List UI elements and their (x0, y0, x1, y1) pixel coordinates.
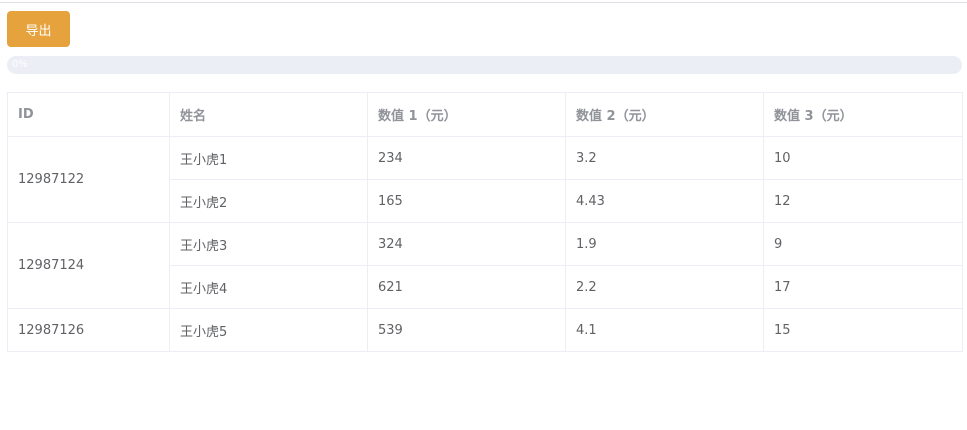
progress-bar: 0% (7, 56, 962, 74)
export-button[interactable]: 导出 (7, 11, 70, 47)
data-table: ID 姓名 数值 1（元） 数值 2（元） 数值 3（元） 12987122 王… (7, 92, 963, 352)
name-cell: 王小虎4 (169, 265, 368, 309)
table-row: 12987126 王小虎5 539 4.1 15 (7, 308, 963, 352)
value3-cell: 17 (763, 265, 963, 309)
value1-cell: 234 (367, 136, 566, 180)
id-cell: 12987122 (7, 136, 170, 223)
value1-cell: 165 (367, 179, 566, 223)
column-header-value1[interactable]: 数值 1（元） (367, 92, 566, 137)
table-row: 12987122 王小虎1 234 3.2 10 (7, 136, 963, 223)
column-header-id[interactable]: ID (7, 92, 170, 137)
value3-cell: 10 (763, 136, 963, 180)
value3-cell: 15 (763, 308, 963, 352)
progress-text: 0% (12, 59, 28, 70)
value1-cell: 621 (367, 265, 566, 309)
value2-cell: 1.9 (565, 222, 764, 266)
column-header-value2[interactable]: 数值 2（元） (565, 92, 764, 137)
name-cell: 王小虎1 (169, 136, 368, 180)
id-cell: 12987126 (7, 308, 170, 352)
table-row: 12987124 王小虎3 324 1.9 9 (7, 222, 963, 309)
value1-cell: 324 (367, 222, 566, 266)
name-cell: 王小虎3 (169, 222, 368, 266)
value2-cell: 4.1 (565, 308, 764, 352)
value3-cell: 12 (763, 179, 963, 223)
value1-cell: 539 (367, 308, 566, 352)
name-cell: 王小虎2 (169, 179, 368, 223)
value2-cell: 4.43 (565, 179, 764, 223)
id-cell: 12987124 (7, 222, 170, 309)
table-header-row: ID 姓名 数值 1（元） 数值 2（元） 数值 3（元） (7, 92, 963, 137)
column-header-value3[interactable]: 数值 3（元） (763, 92, 963, 137)
top-divider (0, 2, 967, 3)
value2-cell: 2.2 (565, 265, 764, 309)
column-header-name[interactable]: 姓名 (169, 92, 368, 137)
name-cell: 王小虎5 (169, 308, 368, 352)
value3-cell: 9 (763, 222, 963, 266)
value2-cell: 3.2 (565, 136, 764, 180)
